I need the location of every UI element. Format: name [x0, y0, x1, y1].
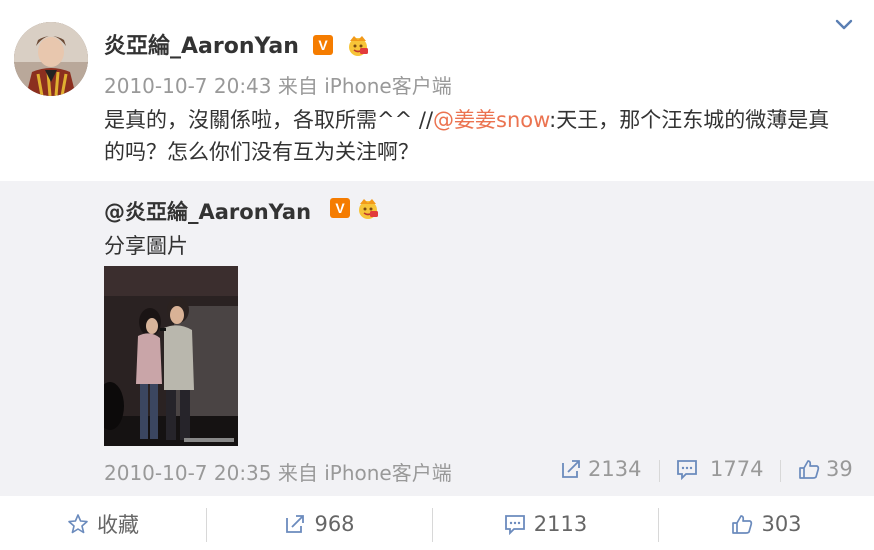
like-count: 303	[761, 512, 802, 536]
crown-icon[interactable]	[346, 33, 370, 57]
verified-icon: V	[313, 35, 333, 55]
repost-reposts[interactable]: 2134	[560, 457, 641, 481]
weibo-post: 炎亞綸_AaronYan V 2010-10-7 20:43 来自 iPhone…	[0, 0, 874, 550]
thumb-up-icon	[732, 515, 753, 534]
comment-icon	[504, 515, 525, 535]
post-username[interactable]: 炎亞綸_AaronYan	[104, 28, 299, 60]
repost-likes[interactable]: 39	[798, 457, 853, 481]
repost-likes-count: 39	[826, 457, 853, 481]
comment-icon	[677, 460, 697, 480]
repost-comments-count: 1774	[710, 457, 764, 481]
post-text-before: 是真的，沒關係啦，各取所需^^ //	[104, 108, 434, 132]
repost-username[interactable]: @炎亞綸_AaronYan	[104, 196, 311, 226]
comment-count: 2113	[533, 512, 588, 536]
like-button[interactable]: 303	[659, 498, 874, 550]
avatar[interactable]	[14, 22, 88, 96]
comment-button[interactable]: 2113	[433, 498, 658, 550]
repost-count: 968	[314, 512, 355, 536]
post-meta: 2010-10-7 20:43 来自 iPhone客户端	[104, 70, 452, 99]
repost-icon	[562, 460, 580, 478]
repost-source[interactable]: 来自 iPhone客户端	[278, 461, 452, 485]
divider	[659, 460, 660, 482]
action-bar: 收藏 968 2113 303	[0, 498, 874, 550]
repost-button[interactable]: 968	[207, 498, 432, 550]
post-timestamp[interactable]: 2010-10-7 20:43	[104, 74, 272, 98]
post-text: 是真的，沒關係啦，各取所需^^ //@姜姜snow:天王，那个汪东城的微薄是真的…	[104, 104, 844, 168]
repost-photo[interactable]	[104, 266, 238, 446]
repost-timestamp[interactable]: 2010-10-7 20:35	[104, 461, 272, 485]
repost-crown-icon[interactable]	[356, 196, 380, 220]
repost-reposts-count: 2134	[588, 457, 642, 481]
favorite-button[interactable]: 收藏	[0, 498, 206, 550]
favorite-label: 收藏	[97, 513, 139, 537]
divider	[780, 460, 781, 482]
thumb-up-icon	[799, 460, 820, 479]
star-icon	[68, 514, 88, 534]
repost-comments[interactable]: 1774	[676, 457, 763, 481]
repost-text: 分享圖片	[104, 234, 188, 258]
repost-meta: 2010-10-7 20:35 来自 iPhone客户端	[104, 457, 452, 486]
post-source[interactable]: 来自 iPhone客户端	[278, 74, 452, 98]
repost-icon	[286, 515, 305, 533]
chevron-down-icon[interactable]	[834, 14, 854, 34]
repost-verified-icon: V	[330, 198, 350, 218]
mention-link[interactable]: @姜姜snow	[433, 108, 549, 132]
